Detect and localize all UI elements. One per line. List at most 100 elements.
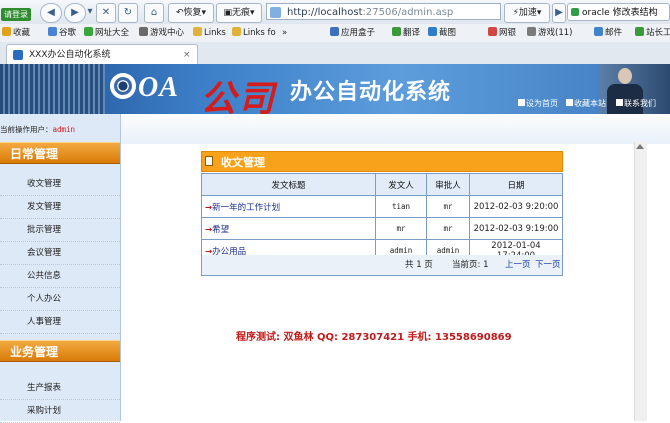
bookmark-online-banking[interactable]: 网银 bbox=[488, 26, 516, 40]
scissors-icon bbox=[428, 27, 437, 36]
sidebar-item-personal-office[interactable]: 个人办公 bbox=[0, 288, 120, 311]
bookmark-links-fo[interactable]: Links fo bbox=[232, 26, 276, 40]
tab-close-icon[interactable]: × bbox=[183, 45, 191, 65]
forward-dropdown-icon[interactable]: ▾ bbox=[86, 3, 94, 21]
system-title: 办公自动化系统 bbox=[290, 80, 452, 105]
bank-icon bbox=[488, 27, 497, 36]
row-date: 2012-02-03 9:20:00 bbox=[469, 195, 563, 218]
bookmark-translate[interactable]: 翻译 bbox=[392, 26, 420, 40]
sidebar-item-receive-docs[interactable]: 收文管理 bbox=[0, 173, 120, 196]
bookmark-mail[interactable]: 邮件 bbox=[594, 26, 622, 40]
pager-next-link[interactable]: 下一页 bbox=[535, 255, 561, 275]
bookmarks-bar: 收藏 谷歌 网址大全 游戏中心 Links Links fo » 应用盒子 翻译… bbox=[0, 24, 670, 43]
sidebar-item-send-docs[interactable]: 发文管理 bbox=[0, 196, 120, 219]
bookmark-label: 游戏中心 bbox=[150, 28, 185, 38]
sidebar-item-meetings[interactable]: 会议管理 bbox=[0, 242, 120, 265]
row-title-link[interactable]: 希望 bbox=[212, 225, 229, 235]
bookmark-url-directory[interactable]: 网址大全 bbox=[84, 26, 129, 40]
section-business-management[interactable]: 业务管理 bbox=[0, 340, 120, 362]
column-header-title: 发文标题 bbox=[201, 173, 376, 196]
pagination-bar: 共 1 页 当前页: 1 上一页 下一页 bbox=[201, 255, 563, 276]
bookmark-label: Links fo bbox=[243, 28, 276, 38]
panel-title: 收文管理 bbox=[221, 156, 265, 169]
row-date: 2012-02-03 9:19:00 bbox=[469, 217, 563, 240]
sidebar-item-production-report[interactable]: 生产报表 bbox=[0, 377, 120, 400]
link-label: 联系我们 bbox=[624, 99, 656, 108]
scroll-up-arrow-icon[interactable] bbox=[636, 144, 644, 149]
bookmark-label: 游戏(11) bbox=[538, 28, 573, 38]
address-host: http://localhost bbox=[287, 7, 363, 18]
globe-icon bbox=[84, 27, 93, 36]
bookmark-label: Links bbox=[204, 28, 226, 38]
folder-icon bbox=[232, 27, 241, 36]
bookmark-favorites[interactable]: 收藏 bbox=[2, 26, 30, 40]
sidebar-item-public-info[interactable]: 公共信息 bbox=[0, 265, 120, 288]
login-button[interactable]: 请登录 bbox=[1, 8, 31, 21]
google-icon bbox=[48, 27, 57, 36]
sidebar-item-hr[interactable]: 人事管理 bbox=[0, 311, 120, 334]
home-icon[interactable]: ⌂ bbox=[144, 3, 164, 23]
main-top-strip bbox=[121, 114, 670, 144]
vertical-scrollbar[interactable] bbox=[634, 142, 647, 421]
bookmark-label: 收藏 bbox=[13, 28, 31, 38]
company-name: 公司 bbox=[200, 78, 277, 114]
row-title-cell[interactable]: →新一年的工作计划 bbox=[201, 195, 376, 218]
link-label: 设为首页 bbox=[526, 99, 558, 108]
table-row: →新一年的工作计划 tian mr 2012-02-03 9:20:00 bbox=[201, 195, 563, 218]
row-title-link[interactable]: 新一年的工作计划 bbox=[212, 203, 280, 213]
section-daily-management[interactable]: 日常管理 bbox=[0, 142, 120, 164]
back-arrow-icon[interactable]: ◀ bbox=[40, 3, 62, 23]
contact-us-link[interactable]: 联系我们 bbox=[616, 98, 656, 109]
speedup-label: 加速 bbox=[518, 8, 537, 18]
row-sender: tian bbox=[375, 195, 427, 218]
bookmarks-overflow-button[interactable]: » bbox=[282, 26, 287, 40]
bookmark-google[interactable]: 谷歌 bbox=[48, 26, 76, 40]
tab-title: XXX办公自动化系统 bbox=[29, 50, 111, 60]
search-engine-icon bbox=[571, 8, 579, 16]
forward-arrow-icon[interactable]: ▶ bbox=[64, 3, 86, 23]
bookmark-label: 邮件 bbox=[605, 28, 623, 38]
documents-table: 发文标题 发文人 审批人 日期 →新一年的工作计划 tian mr 2012-0… bbox=[201, 173, 563, 262]
row-title-cell[interactable]: →希望 bbox=[201, 217, 376, 240]
bookmark-screenshot[interactable]: 截图 bbox=[428, 26, 456, 40]
businessman-head bbox=[618, 68, 632, 84]
restore-button[interactable]: ↶恢复▾ bbox=[168, 3, 214, 23]
link-label: 收藏本站 bbox=[574, 99, 606, 108]
restore-label: 恢复 bbox=[183, 8, 202, 18]
sidebar-item-purchase-plan[interactable]: 采购计划 bbox=[0, 400, 120, 423]
page-icon bbox=[270, 7, 281, 18]
go-arrow-icon[interactable]: ▶ bbox=[552, 3, 566, 23]
search-input[interactable]: oracle 修改表结构 bbox=[567, 3, 670, 21]
pager-prev-link[interactable]: 上一页 bbox=[505, 255, 531, 275]
left-sidebar: 当前操作用户：admin 日常管理 收文管理 发文管理 批示管理 会议管理 公共… bbox=[0, 114, 121, 423]
no-trace-button[interactable]: ▣无痕▾ bbox=[216, 3, 262, 23]
table-header-row: 发文标题 发文人 审批人 日期 bbox=[201, 173, 563, 196]
sidebar-item-instructions[interactable]: 批示管理 bbox=[0, 219, 120, 242]
table-row: →希望 mr mr 2012-02-03 9:19:00 bbox=[201, 217, 563, 240]
row-approver: mr bbox=[426, 195, 470, 218]
speedup-button[interactable]: ⚡加速▾ bbox=[504, 3, 550, 23]
tab-active[interactable]: XXX办公自动化系统 × bbox=[6, 44, 198, 65]
gamepad-icon bbox=[527, 27, 536, 36]
mail-icon bbox=[594, 27, 603, 36]
column-header-date: 日期 bbox=[469, 173, 563, 196]
refresh-icon[interactable]: ↻ bbox=[118, 3, 138, 23]
set-homepage-link[interactable]: 设为首页 bbox=[518, 98, 558, 109]
tools-icon bbox=[635, 27, 644, 36]
gamepad-icon bbox=[139, 27, 148, 36]
bookmark-games[interactable]: 游戏(11) bbox=[527, 26, 572, 40]
row-sender: mr bbox=[375, 217, 427, 240]
close-icon[interactable]: ✕ bbox=[96, 3, 116, 23]
bookmark-app-box[interactable]: 应用盒子 bbox=[330, 26, 375, 40]
bookmark-links[interactable]: Links bbox=[193, 26, 226, 40]
oa-logo-ring-icon bbox=[110, 73, 136, 99]
tab-bar: XXX办公自动化系统 × bbox=[0, 42, 670, 65]
bookmark-game-center[interactable]: 游戏中心 bbox=[139, 26, 184, 40]
row-approver: mr bbox=[426, 217, 470, 240]
bookmark-webmaster-tools[interactable]: 站长工 bbox=[635, 26, 670, 40]
bookmark-label: 截图 bbox=[439, 28, 457, 38]
column-header-sender: 发文人 bbox=[375, 173, 427, 196]
no-trace-label: 无痕 bbox=[231, 8, 250, 18]
address-bar[interactable]: http://localhost:27506/admin.asp bbox=[266, 3, 501, 20]
bookmark-site-link[interactable]: 收藏本站 bbox=[566, 98, 606, 109]
